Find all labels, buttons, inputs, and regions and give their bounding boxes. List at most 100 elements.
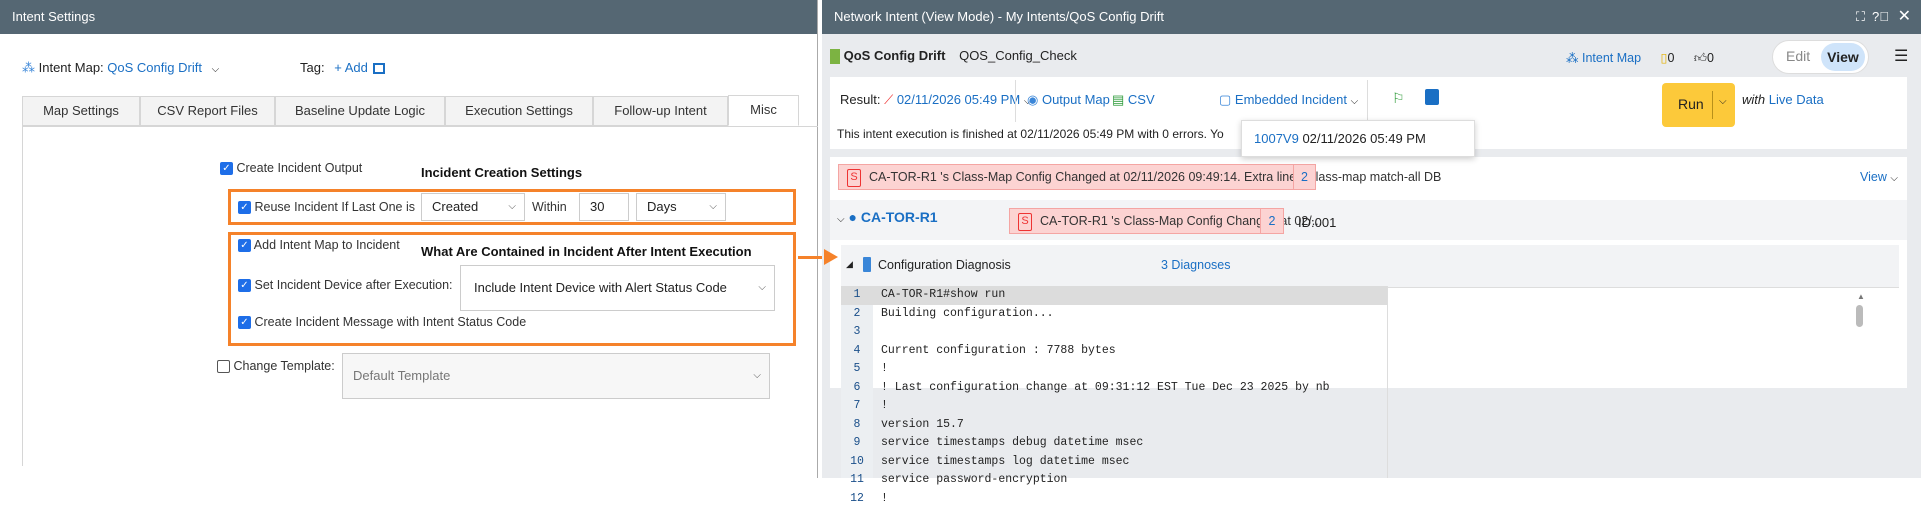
intent-map-link[interactable]: QoS Config Drift: [107, 60, 202, 75]
thumbs-up-icon[interactable]: 👍︎: [1694, 51, 1707, 65]
line-text: version 15.7: [873, 416, 964, 435]
change-template-label: Change Template:: [233, 359, 334, 373]
window-title: Network Intent (View Mode) - My Intents/…: [834, 9, 1164, 24]
chevron-down-icon: ⌵: [837, 214, 845, 225]
create-incident-message-checkbox[interactable]: ✓ Create Incident Message with Intent St…: [238, 315, 526, 329]
chevron-down-icon[interactable]: ⌵: [1719, 96, 1727, 107]
result-select[interactable]: 02/11/2026 05:49 PM: [897, 92, 1020, 107]
device-alert-count[interactable]: 2: [1260, 208, 1284, 234]
line-number: 6: [841, 379, 873, 398]
trend-icon: ⟋: [884, 92, 893, 107]
device-alert[interactable]: SCA-TOR-R1 's Class-Map Config Changed a…: [1009, 208, 1284, 234]
chevron-down-icon[interactable]: ⌵: [212, 64, 220, 75]
line-number: 4: [841, 342, 873, 361]
edit-mode-button[interactable]: Edit: [1786, 48, 1810, 64]
line-number: 1: [841, 286, 873, 305]
chart-icon[interactable]: [1425, 89, 1439, 105]
run-button[interactable]: Run ⌵: [1662, 83, 1735, 127]
line-text: Current configuration : 7788 bytes: [873, 342, 1116, 361]
close-icon[interactable]: ✕: [1898, 0, 1911, 34]
intent-settings-window: Intent Settings ⁂ Intent Map: QoS Config…: [0, 0, 818, 478]
line-text: [873, 323, 881, 342]
help-icon[interactable]: ?⃝: [1872, 0, 1889, 34]
maximize-icon[interactable]: ⛶: [1856, 0, 1865, 34]
list-icon[interactable]: [373, 63, 385, 74]
tab-follow-up-intent[interactable]: Follow-up Intent: [593, 96, 728, 126]
scrollbar-thumb[interactable]: [1856, 305, 1863, 327]
checkbox-checked-icon[interactable]: ✓: [238, 239, 251, 252]
create-incident-output-checkbox[interactable]: ✓ Create Incident Output: [220, 161, 362, 175]
scroll-up-icon[interactable]: ▲: [1857, 292, 1865, 301]
divider: [1015, 80, 1016, 122]
divider: [1367, 80, 1368, 122]
checkbox-checked-icon[interactable]: ✓: [238, 201, 251, 214]
banner-count[interactable]: 2: [1293, 164, 1316, 190]
csv-file-icon: ▤: [1112, 92, 1124, 107]
incident-popup[interactable]: 1007V9 02/11/2026 05:49 PM: [1241, 120, 1475, 157]
line-text: service timestamps log datetime msec: [873, 453, 1129, 472]
like-count: 0: [1707, 51, 1714, 65]
add-intent-map-checkbox[interactable]: ✓ Add Intent Map to Incident: [238, 238, 400, 252]
intent-map-icon: ⁂: [22, 60, 35, 75]
tab-baseline-update-logic[interactable]: Baseline Update Logic: [275, 96, 445, 126]
popup-incident-time: 02/11/2026 05:49 PM: [1302, 131, 1425, 146]
tag-label: Tag:: [300, 60, 325, 75]
tab-execution-settings[interactable]: Execution Settings: [445, 96, 593, 126]
line-number: 11: [841, 471, 873, 490]
eye-icon: ◉: [1027, 92, 1038, 107]
line-text: service timestamps debug datetime msec: [873, 434, 1143, 453]
caret-icon[interactable]: ◢: [846, 259, 853, 270]
chevron-down-icon: ⌵: [709, 194, 717, 220]
checkbox-checked-icon[interactable]: ✓: [238, 279, 251, 292]
checkbox-checked-icon[interactable]: ✓: [220, 162, 233, 175]
create-incident-message-label: Create Incident Message with Intent Stat…: [254, 315, 526, 329]
within-input[interactable]: 30: [579, 193, 629, 221]
intent-map-link[interactable]: ⁂ Intent Map: [1566, 51, 1641, 65]
line-text: service password-encryption: [873, 471, 1067, 490]
view-mode-button[interactable]: View: [1821, 43, 1865, 71]
tab-map-settings[interactable]: Map Settings: [22, 96, 140, 126]
change-template-checkbox[interactable]: Change Template:: [217, 359, 335, 373]
reuse-incident-label: Reuse Incident If Last One is: [254, 200, 415, 214]
diagnoses-link[interactable]: 3 Diagnoses: [1161, 258, 1231, 272]
reuse-incident-checkbox[interactable]: ✓ Reuse Incident If Last One is: [238, 200, 415, 214]
reuse-state-select[interactable]: Created⌵: [421, 193, 525, 221]
set-incident-device-checkbox[interactable]: ✓ Set Incident Device after Execution:: [238, 278, 453, 292]
incident-banner[interactable]: SCA-TOR-R1 's Class-Map Config Changed a…: [838, 164, 1316, 190]
code-line: 1CA-TOR-R1#show run: [841, 286, 1387, 305]
menu-icon[interactable]: ☰: [1894, 46, 1908, 66]
popup-incident-id[interactable]: 1007V9: [1254, 131, 1299, 146]
severity-badge: S: [1018, 213, 1032, 231]
device-header[interactable]: ⌵ ● CA-TOR-R1: [837, 209, 938, 225]
device-name: CA-TOR-R1: [861, 209, 938, 225]
diagnosis-title: Configuration Diagnosis: [878, 258, 1011, 272]
tab-misc[interactable]: Misc: [728, 95, 799, 126]
diagnosis-icon: [863, 257, 871, 272]
template-select[interactable]: Default Template⌵: [342, 353, 770, 399]
add-tag-button[interactable]: + Add: [334, 60, 368, 75]
view-dropdown[interactable]: View ⌵: [1860, 170, 1898, 184]
csv-button[interactable]: ▤ CSV: [1112, 92, 1155, 108]
checkbox-unchecked-icon[interactable]: [217, 360, 230, 373]
severity-badge: S: [847, 169, 861, 187]
within-label: Within: [532, 200, 567, 214]
line-number: 2: [841, 305, 873, 324]
tab-csv-report-files[interactable]: CSV Report Files: [140, 96, 275, 126]
checkbox-checked-icon[interactable]: ✓: [238, 316, 251, 329]
line-text: !: [873, 490, 888, 508]
incident-device-select[interactable]: Include Intent Device with Alert Status …: [460, 265, 775, 311]
incident-icon: ▢: [1219, 92, 1231, 107]
code-lines: 1CA-TOR-R1#show run2Building configurati…: [841, 286, 1387, 366]
line-number: 9: [841, 434, 873, 453]
topology-icon[interactable]: ⚐: [1392, 90, 1405, 107]
code-line: 12!: [841, 490, 1387, 508]
intent-map-label: Intent Map:: [39, 60, 104, 75]
code-line: 6! Last configuration change at 09:31:12…: [841, 379, 1387, 398]
live-data-option[interactable]: with Live Data: [1742, 92, 1824, 107]
embedded-incident-button[interactable]: ▢ Embedded Incident ⌵: [1219, 92, 1358, 108]
reuse-state-value: Created: [432, 199, 478, 214]
add-intent-map-label: Add Intent Map to Incident: [254, 238, 400, 252]
within-unit-select[interactable]: Days⌵: [636, 193, 726, 221]
output-map-button[interactable]: ◉ Output Map: [1027, 92, 1110, 108]
code-line: 5!: [841, 360, 1387, 379]
